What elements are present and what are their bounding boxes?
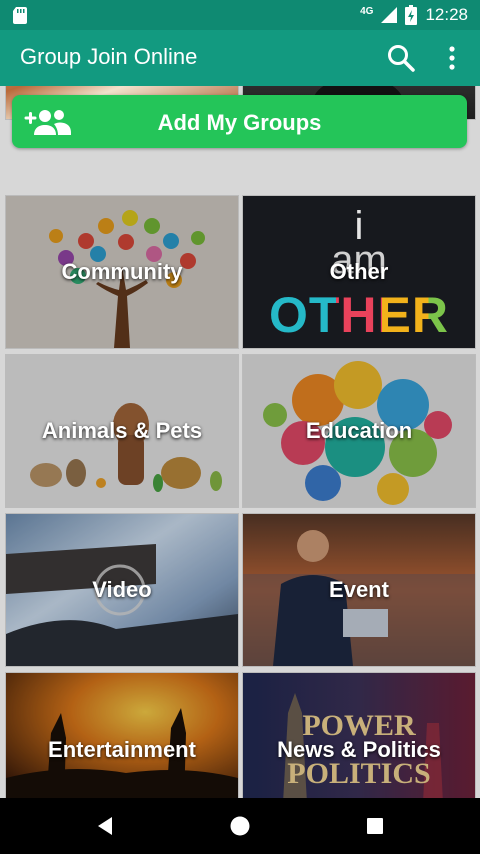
battery-charging-icon — [405, 5, 418, 25]
category-label: Entertainment — [48, 737, 196, 762]
category-label: Community — [61, 259, 183, 284]
category-tile-event[interactable]: Event — [242, 513, 476, 667]
navigation-bar — [0, 798, 480, 854]
category-tile-animals-pets[interactable]: Animals & Pets — [5, 354, 239, 508]
recent-apps-icon[interactable] — [361, 812, 389, 840]
category-label: Other — [329, 259, 389, 284]
back-icon[interactable] — [92, 812, 120, 840]
category-label: Animals & Pets — [41, 418, 203, 443]
category-tile-community[interactable]: Community — [5, 195, 239, 349]
more-options-icon[interactable] — [440, 42, 464, 74]
status-bar: 4G 12:28 — [0, 0, 480, 30]
home-icon[interactable] — [226, 812, 254, 840]
category-tile-news-politics[interactable]: POWER POLITICS News & Politics — [242, 672, 476, 798]
category-grid: Add My Groups Community i am OTHER Other — [0, 86, 480, 798]
category-tile-entertainment[interactable]: Entertainment — [5, 672, 239, 798]
category-label: Video — [92, 577, 152, 602]
category-tile-video[interactable]: Video — [5, 513, 239, 667]
other-art-line3: OTHER — [243, 286, 475, 344]
add-my-groups-label: Add My Groups — [157, 110, 322, 135]
category-tile-other[interactable]: i am OTHER Other — [242, 195, 476, 349]
network-type: 4G — [360, 5, 374, 17]
category-label: Education — [305, 418, 413, 443]
category-tile-education[interactable]: Education — [242, 354, 476, 508]
category-label: News & Politics — [277, 737, 441, 762]
sd-card-icon — [13, 7, 27, 24]
concert-image — [6, 673, 238, 798]
category-label: Event — [329, 577, 389, 602]
add-my-groups-button[interactable]: Add My Groups — [12, 95, 467, 148]
app-title: Group Join Online — [20, 44, 198, 69]
search-icon[interactable] — [385, 42, 417, 74]
signal-icon — [381, 7, 398, 23]
clock: 12:28 — [425, 5, 468, 24]
app-bar: Group Join Online — [0, 30, 480, 86]
